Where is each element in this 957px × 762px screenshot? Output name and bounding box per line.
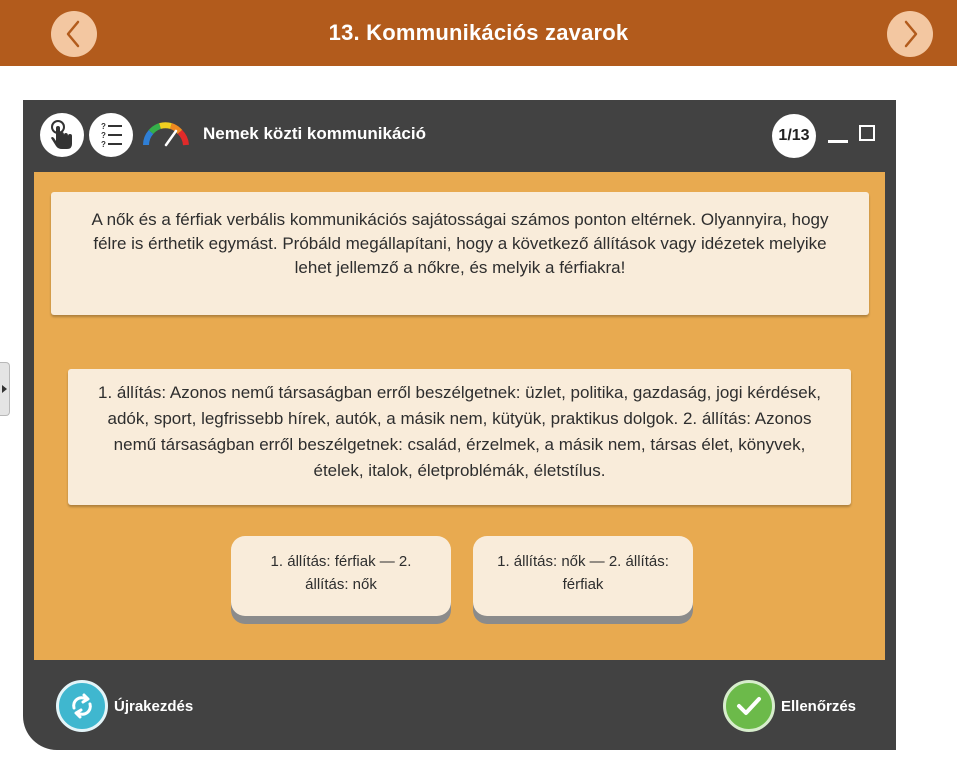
- svg-text:?: ?: [101, 131, 106, 140]
- chevron-right-icon: [904, 20, 918, 48]
- check-circle: [723, 680, 775, 732]
- checkmark-icon: [737, 697, 761, 715]
- restart-circle: [56, 680, 108, 732]
- minimize-icon[interactable]: [828, 140, 848, 143]
- answer-option-1[interactable]: 1. állítás: férfiak — 2. állítás: nők: [231, 536, 451, 616]
- question-list-button[interactable]: ? ? ?: [89, 113, 133, 157]
- hand-pointer-icon: [51, 120, 72, 149]
- answer-option-2[interactable]: 1. állítás: nők — 2. állítás: férfiak: [473, 536, 693, 616]
- svg-text:?: ?: [101, 140, 106, 149]
- refresh-icon: [72, 693, 92, 719]
- restart-label: Újrakezdés: [114, 697, 194, 715]
- maximize-icon[interactable]: [859, 125, 875, 141]
- question-counter: 1/13: [772, 114, 816, 158]
- question-list-icon: ? ? ?: [101, 122, 122, 149]
- exercise-panel: ? ? ? Nemek közti kommunikáció 1/13 A nő…: [23, 100, 896, 750]
- difficulty-gauge-icon: [143, 122, 189, 147]
- side-drawer-handle[interactable]: [0, 362, 10, 416]
- restart-button[interactable]: Újrakezdés: [56, 678, 193, 734]
- caret-right-icon: [2, 385, 7, 393]
- top-bar: 13. Kommunikációs zavarok: [0, 0, 957, 66]
- hand-pointer-button[interactable]: [40, 113, 84, 157]
- chapter-title: 13. Kommunikációs zavarok: [328, 20, 629, 45]
- instruction-card: A nők és a férfiak verbális kommunikáció…: [51, 192, 869, 315]
- svg-text:?: ?: [101, 122, 106, 131]
- exercise-content: A nők és a férfiak verbális kommunikáció…: [34, 172, 885, 660]
- exercise-title: Nemek közti kommunikáció: [203, 124, 426, 143]
- check-button[interactable]: Ellenőrzés: [723, 678, 856, 734]
- check-label: Ellenőrzés: [781, 697, 857, 715]
- next-chapter-button[interactable]: [887, 11, 933, 57]
- statement-card: 1. állítás: Azonos nemű társaságban errő…: [68, 369, 851, 505]
